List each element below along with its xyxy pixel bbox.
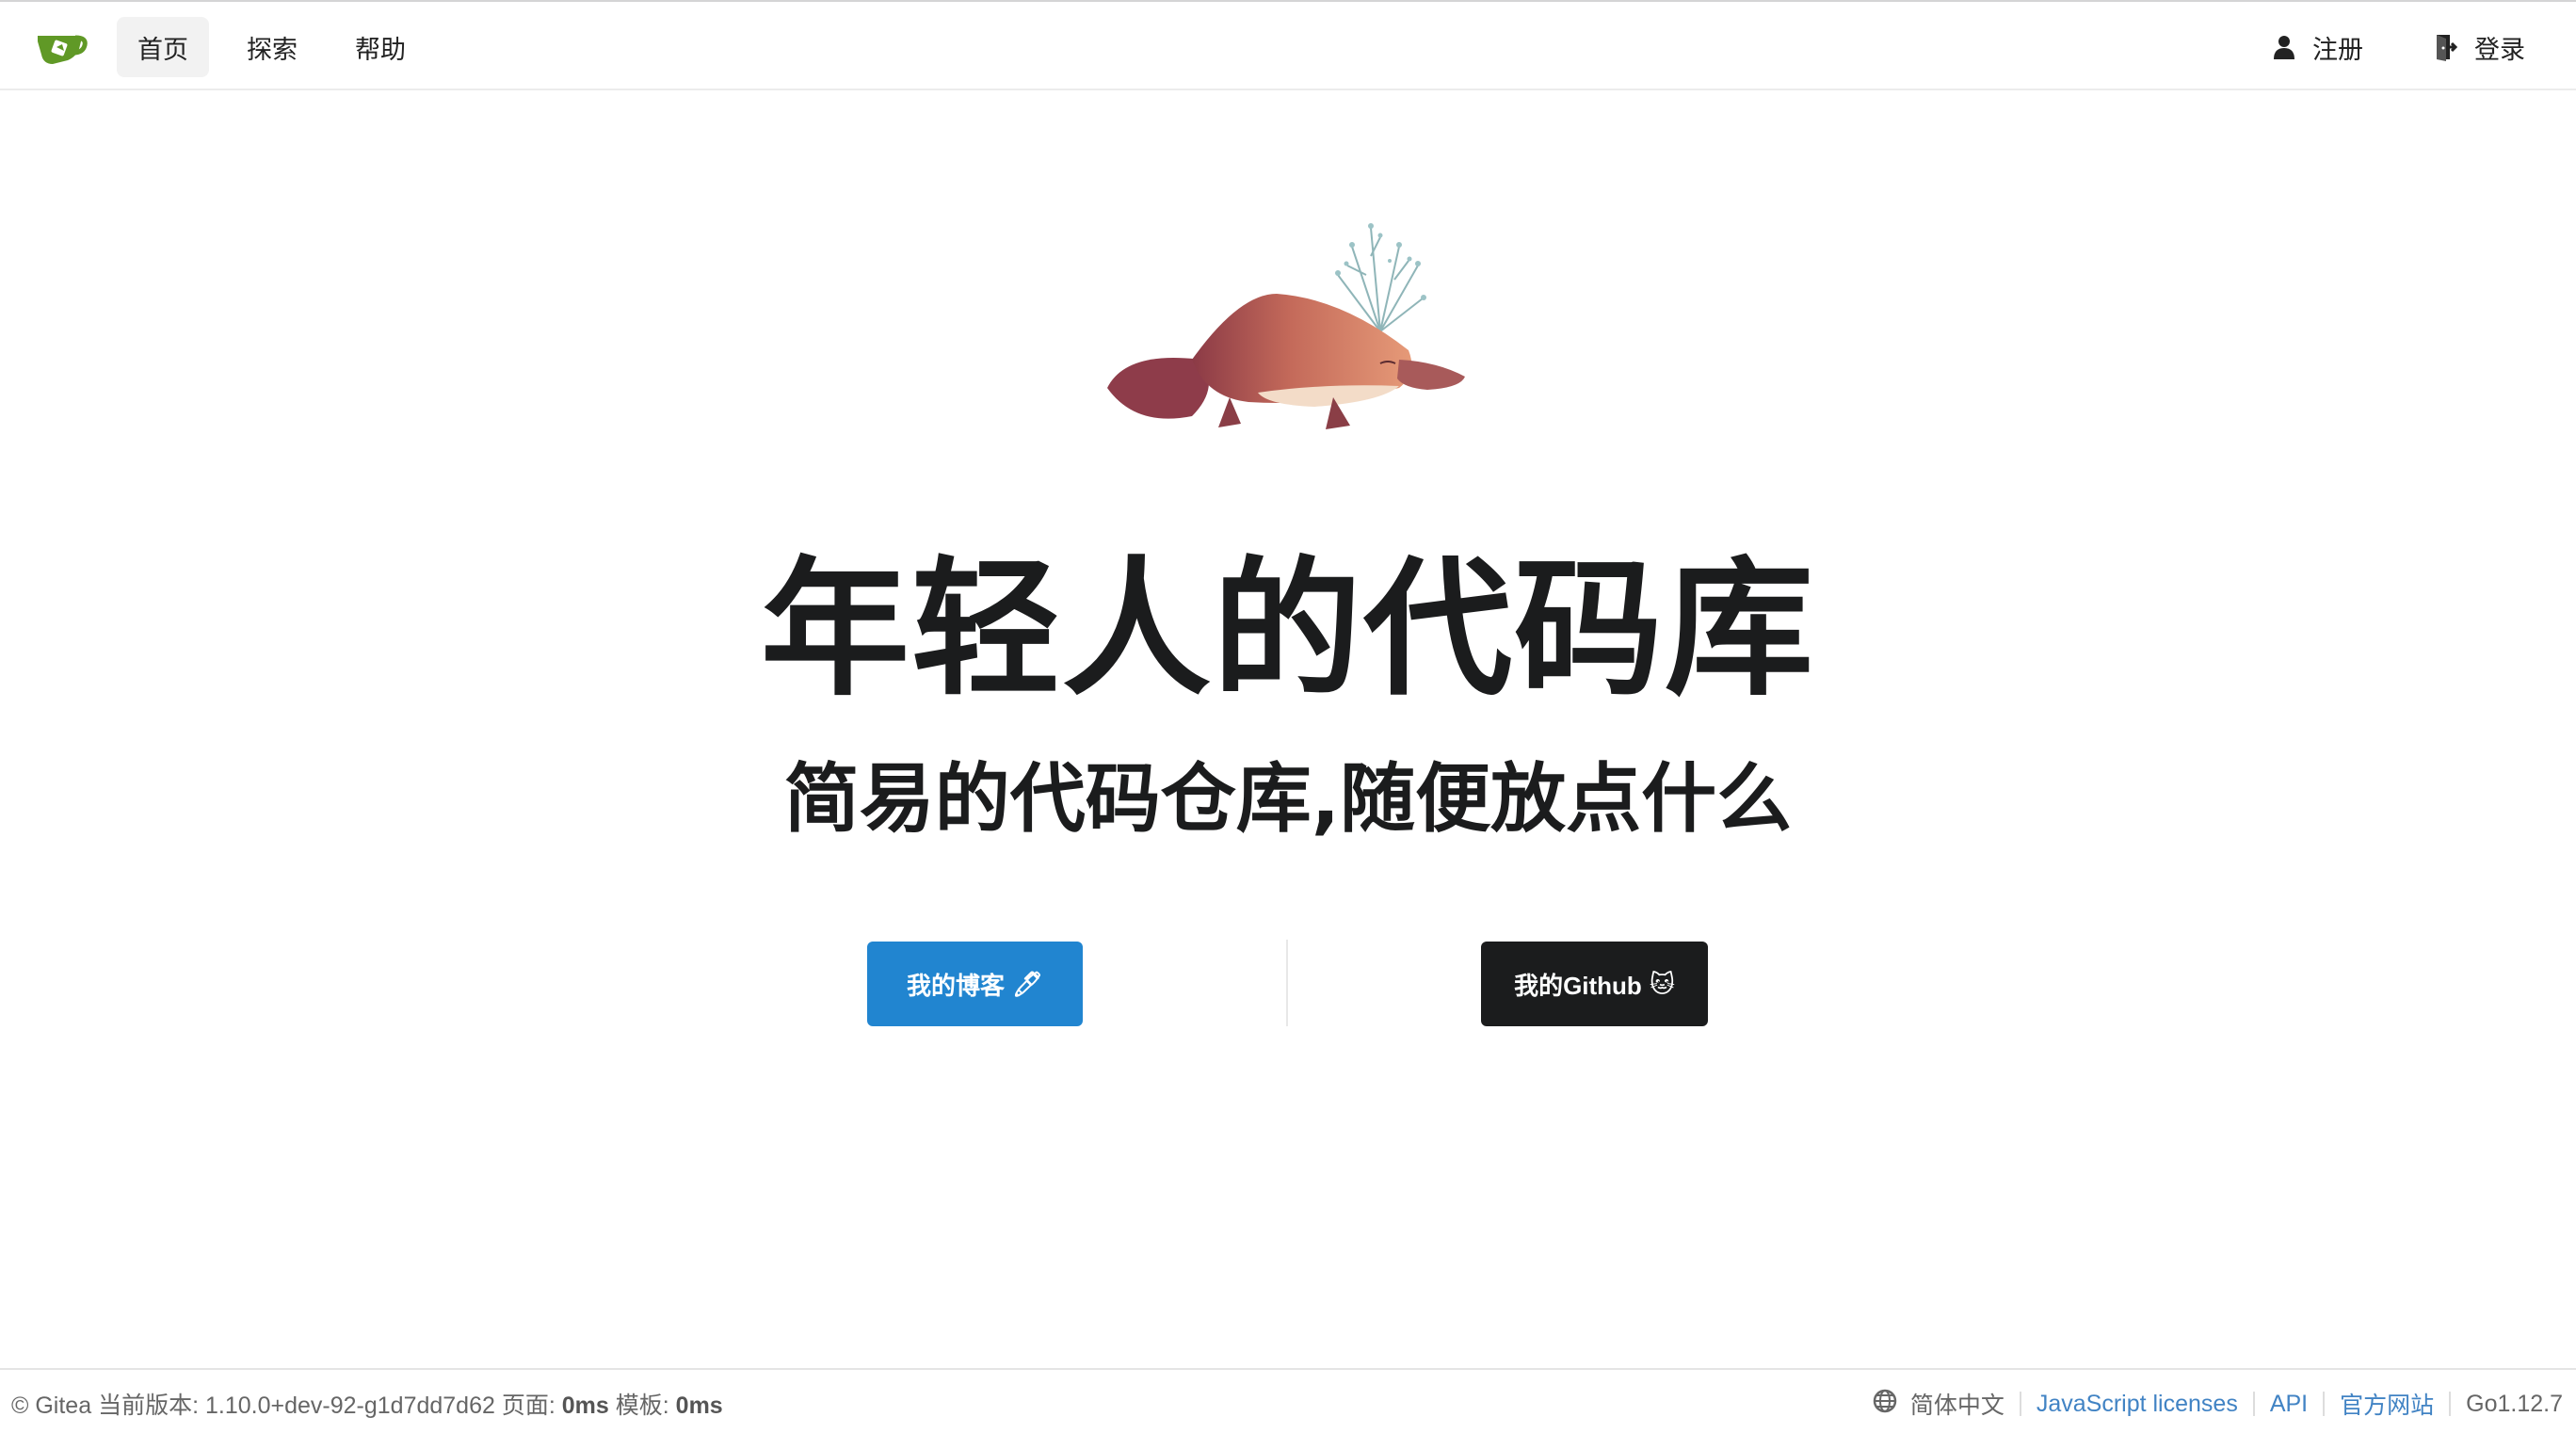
nav-explore[interactable]: 探索 xyxy=(224,17,320,77)
go-version: Go1.12.7 xyxy=(2466,1390,2563,1417)
footer-separator xyxy=(2019,1392,2021,1416)
my-github-button[interactable]: 我的Github 🐱 xyxy=(1481,942,1708,1026)
version-label: 当前版本: xyxy=(98,1393,200,1419)
platypus-illustration xyxy=(1098,209,1474,435)
user-icon xyxy=(2273,35,2295,59)
official-site-link[interactable]: 官方网站 xyxy=(2340,1387,2434,1421)
footer-separator xyxy=(2252,1392,2255,1416)
copyright: © Gitea xyxy=(11,1393,92,1419)
hero-subtitle: 简易的代码仓库,随便放点什么 xyxy=(783,755,1793,843)
github-button-label: 我的Github xyxy=(1514,971,1642,1000)
cat-icon: 🐱 xyxy=(1649,969,1675,998)
page-time-value: 0ms xyxy=(561,1393,609,1419)
top-navbar: 首页 探索 帮助 注册 登录 xyxy=(0,0,2576,90)
button-divider xyxy=(1286,940,1288,1026)
language-selector[interactable]: 简体中文 xyxy=(1873,1387,2004,1421)
template-time-value: 0ms xyxy=(675,1393,723,1419)
template-time-label: 模板: xyxy=(615,1393,669,1419)
footer-separator xyxy=(2449,1392,2452,1416)
nav-help[interactable]: 帮助 xyxy=(333,17,427,77)
api-link[interactable]: API xyxy=(2270,1391,2308,1418)
login-link[interactable]: 登录 xyxy=(2433,17,2525,77)
page-time-label: 页面: xyxy=(501,1393,555,1419)
js-licenses-link[interactable]: JavaScript licenses xyxy=(2037,1391,2238,1418)
nav-home[interactable]: 首页 xyxy=(117,17,209,77)
blog-button-label: 我的博客 xyxy=(906,971,1005,1000)
footer: © Gitea 当前版本: 1.10.0+dev-92-g1d7dd7d62 页… xyxy=(0,1368,2576,1433)
pen-icon: 🖊 xyxy=(1012,969,1044,998)
footer-links: 简体中文 JavaScript licenses API 官方网站 Go1.12… xyxy=(1873,1387,2563,1421)
register-link[interactable]: 注册 xyxy=(2273,17,2363,77)
footer-separator xyxy=(2323,1392,2326,1416)
my-blog-button[interactable]: 我的博客 🖊 xyxy=(867,942,1083,1026)
sign-in-icon xyxy=(2433,33,2457,61)
globe-icon xyxy=(1873,1389,1897,1420)
footer-version-info: © Gitea 当前版本: 1.10.0+dev-92-g1d7dd7d62 页… xyxy=(11,1387,723,1421)
hero-title: 年轻人的代码库 xyxy=(761,543,1815,716)
gitea-logo-icon[interactable] xyxy=(32,26,89,68)
version-value: 1.10.0+dev-92-g1d7dd7d62 xyxy=(204,1393,495,1419)
register-label: 注册 xyxy=(2312,35,2363,64)
language-label: 简体中文 xyxy=(1909,1393,2004,1419)
login-label: 登录 xyxy=(2474,35,2525,64)
